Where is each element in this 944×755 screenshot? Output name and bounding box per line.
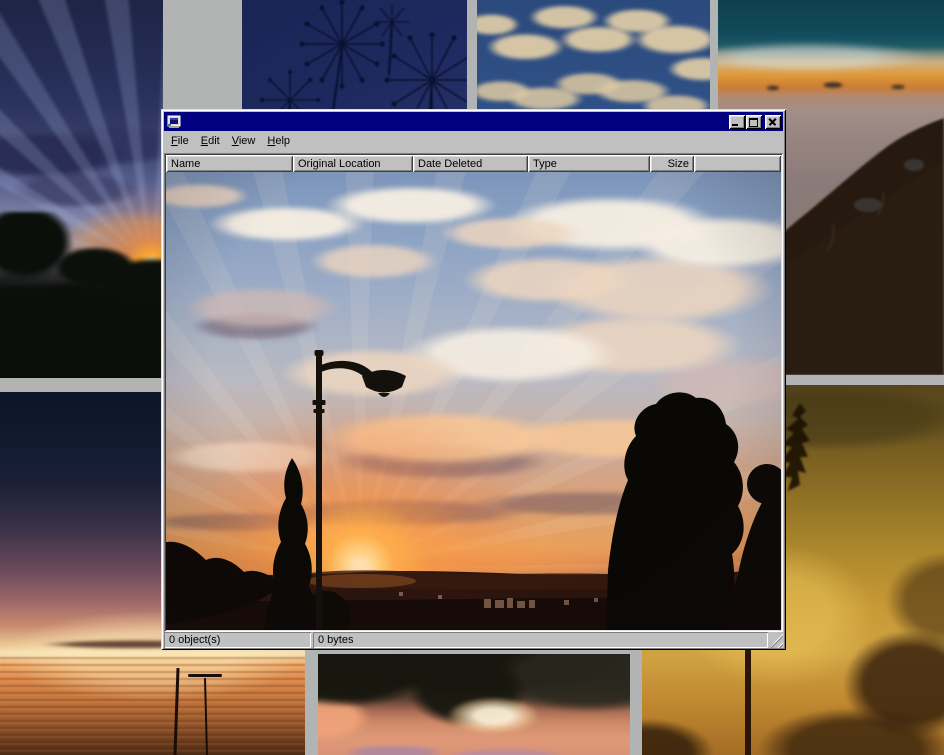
menu-help[interactable]: Help [261, 133, 296, 149]
column-header-type[interactable]: Type [528, 155, 650, 172]
column-header-row: Name Original Location Date Deleted Type… [166, 155, 781, 172]
menu-file[interactable]: File [165, 133, 195, 149]
status-total-size: 0 bytes [313, 632, 768, 648]
background-photo-sunset-rays [0, 0, 163, 378]
status-bar: 0 object(s) 0 bytes [164, 632, 783, 648]
minimize-icon [732, 124, 738, 126]
computer-icon[interactable] [167, 115, 181, 129]
close-button[interactable] [765, 115, 781, 129]
menu-bar: File Edit View Help [164, 131, 783, 151]
photo-layer [318, 654, 630, 755]
maximize-icon [749, 118, 758, 127]
column-header-name[interactable]: Name [166, 155, 293, 172]
title-bar[interactable] [164, 112, 783, 131]
menu-edit[interactable]: Edit [195, 133, 226, 149]
desktop-background: File Edit View Help Name Original Locati… [0, 0, 944, 755]
menu-view[interactable]: View [226, 133, 262, 149]
status-object-count: 0 object(s) [164, 632, 311, 648]
column-header-size[interactable]: Size [650, 155, 694, 172]
background-photo-water-reflection [318, 654, 630, 755]
column-header-date-deleted[interactable]: Date Deleted [413, 155, 528, 172]
water-ripples-layer [0, 657, 305, 755]
photo-vignette [166, 172, 781, 630]
tree-silhouette-layer [0, 212, 163, 378]
window-controls [728, 115, 781, 129]
minimize-button[interactable] [729, 115, 745, 129]
resize-grip[interactable] [770, 632, 783, 648]
maximize-button[interactable] [746, 115, 762, 129]
file-list-control: Name Original Location Date Deleted Type… [164, 153, 783, 632]
column-header-original-location[interactable]: Original Location [293, 155, 413, 172]
file-list-viewport[interactable] [166, 172, 781, 630]
column-header-spacer[interactable] [694, 155, 781, 172]
recycle-bin-window: File Edit View Help Name Original Locati… [161, 109, 786, 650]
driftwood-silhouette [188, 674, 222, 677]
